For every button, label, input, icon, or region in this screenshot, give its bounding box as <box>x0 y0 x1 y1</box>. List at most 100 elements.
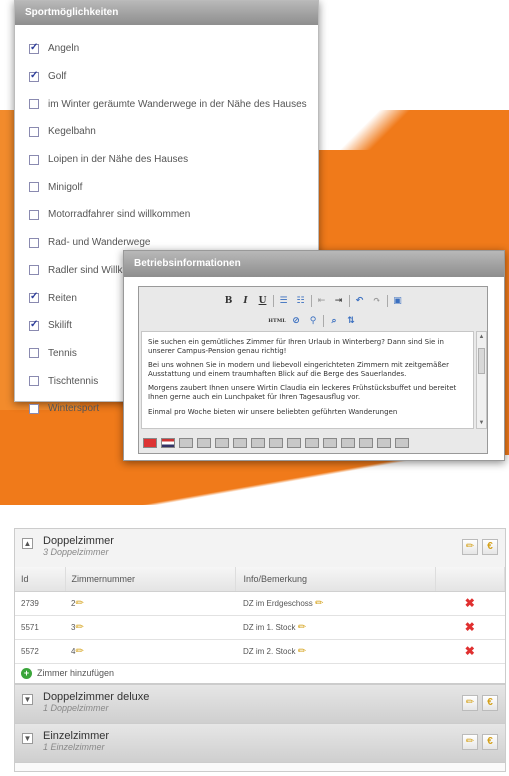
delete-icon[interactable]: ✖ <box>465 644 475 658</box>
checkbox[interactable] <box>29 126 39 137</box>
checkbox[interactable] <box>29 376 39 387</box>
sport-option-label: Reiten <box>48 292 77 304</box>
room-id: 2739 <box>15 591 65 616</box>
bold-button[interactable]: B <box>222 294 236 308</box>
price-button[interactable]: € <box>482 733 498 750</box>
checkbox[interactable] <box>29 291 39 304</box>
anchor-icon[interactable]: ⚲ <box>306 314 320 328</box>
sport-option[interactable]: Loipen in der Nähe des Hauses <box>29 146 318 174</box>
html-source-button[interactable]: HTML <box>268 314 286 328</box>
rooms-table: Id Zimmernummer Info/Bemerkung 2739 2✏ DZ im … <box>15 567 505 664</box>
toolbar-separator <box>323 315 324 327</box>
table-row: 2739 2✏ DZ im Erdgeschoss ✏ ✖ <box>15 591 505 616</box>
link-icon[interactable]: ⊘ <box>289 314 303 328</box>
row-delete-icon[interactable] <box>215 438 229 448</box>
room-info-cell: DZ im 2. Stock ✏ <box>235 639 435 664</box>
sport-option[interactable]: Angeln <box>29 35 318 63</box>
sport-option-label: Skilift <box>48 320 72 332</box>
checkbox[interactable] <box>29 70 39 82</box>
hr-icon[interactable] <box>359 438 373 448</box>
sport-option-label: Motorradfahrer sind willkommen <box>48 209 191 221</box>
insert-flash-icon[interactable] <box>143 438 157 448</box>
editor-paragraph: Einmal pro Woche bieten wir unsere belie… <box>148 407 398 416</box>
editor-scrollbar[interactable]: ▲ ▼ <box>476 331 487 429</box>
room-group-header[interactable]: ▼ Doppelzimmer deluxe 1 Doppelzimmer ✏ € <box>15 684 505 723</box>
editor-content[interactable]: Sie suchen ein gemütliches Zimmer für Ih… <box>141 331 474 429</box>
table-props-icon[interactable] <box>305 438 319 448</box>
checkbox[interactable] <box>29 265 39 276</box>
replace-icon[interactable]: ⇅ <box>344 314 358 328</box>
checkbox[interactable] <box>29 182 39 193</box>
column-header: Zimmernummer <box>65 567 236 592</box>
room-group-subtitle: 1 Doppelzimmer <box>43 702 109 713</box>
edit-group-button[interactable]: ✏ <box>462 539 478 555</box>
plus-icon: + <box>21 667 32 679</box>
image-icon[interactable]: ▣ <box>391 294 405 308</box>
room-group-header[interactable]: ▲ Doppelzimmer 3 Doppelzimmer ✏ € <box>15 529 505 567</box>
edit-pencil-icon[interactable]: ✏ <box>315 598 323 609</box>
sport-option-label: Loipen in der Nähe des Hauses <box>48 154 189 166</box>
checkbox[interactable] <box>29 209 39 220</box>
column-insert-icon[interactable] <box>233 438 247 448</box>
redo-icon[interactable]: ↷ <box>370 294 384 308</box>
sport-option[interactable]: Minigolf <box>29 173 318 201</box>
sport-option-label: im Winter geräumte Wanderwege in der Näh… <box>48 98 307 110</box>
edit-pencil-icon[interactable]: ✏ <box>298 622 306 633</box>
room-number-cell: 4✏ <box>65 639 235 664</box>
sport-option[interactable]: Motorradfahrer sind willkommen <box>29 201 318 229</box>
cell-merge-icon[interactable] <box>269 438 283 448</box>
delete-icon[interactable]: ✖ <box>465 596 475 610</box>
cell-split-icon[interactable] <box>287 438 301 448</box>
edit-group-button[interactable]: ✏ <box>462 694 478 711</box>
checkbox[interactable] <box>29 99 39 110</box>
table-icon[interactable] <box>179 438 193 448</box>
scroll-up-icon[interactable]: ▲ <box>478 333 485 341</box>
outdent-icon[interactable]: ⇤ <box>315 294 329 308</box>
table-row: 5572 4✏ DZ im 2. Stock ✏ ✖ <box>15 639 505 664</box>
room-group-header[interactable]: ▼ Einzelzimmer 1 Einzelzimmer ✏ € <box>15 723 505 762</box>
edit-pencil-icon[interactable]: ✏ <box>75 622 83 633</box>
checkbox[interactable] <box>29 403 39 414</box>
sport-option[interactable]: im Winter geräumte Wanderwege in der Näh… <box>29 90 318 118</box>
table-row: 5571 3✏ DZ im 1. Stock ✏ ✖ <box>15 615 505 640</box>
room-actions: ✖ <box>435 639 505 664</box>
find-icon[interactable]: ⌕ <box>327 314 341 328</box>
fullscreen-icon[interactable] <box>395 438 409 448</box>
edit-group-button[interactable]: ✏ <box>462 733 478 750</box>
cell-props-icon[interactable] <box>341 438 355 448</box>
edit-pencil-icon[interactable]: ✏ <box>298 646 306 657</box>
room-number-cell: 3✏ <box>65 615 235 640</box>
editor-paragraph: Sie suchen ein gemütliches Zimmer für Ih… <box>148 338 444 355</box>
italic-button[interactable]: I <box>239 294 253 308</box>
special-char-icon[interactable] <box>377 438 391 448</box>
sport-option[interactable]: Golf <box>29 63 318 91</box>
row-props-icon[interactable] <box>323 438 337 448</box>
column-delete-icon[interactable] <box>251 438 265 448</box>
checkbox[interactable] <box>29 319 39 331</box>
checkbox[interactable] <box>29 154 39 165</box>
room-group-actions: ✏ € <box>462 733 498 750</box>
price-button[interactable]: € <box>482 539 498 555</box>
undo-icon[interactable]: ↶ <box>353 294 367 308</box>
checkbox[interactable] <box>29 42 39 54</box>
collapse-icon[interactable]: ▲ <box>22 538 33 549</box>
edit-pencil-icon[interactable]: ✏ <box>75 598 83 609</box>
delete-icon[interactable]: ✖ <box>465 620 475 634</box>
row-insert-icon[interactable] <box>197 438 211 448</box>
checkbox[interactable] <box>29 348 39 359</box>
price-button[interactable]: € <box>482 694 498 711</box>
checkbox[interactable] <box>29 237 39 248</box>
sports-panel-title: Sportmöglichkeiten <box>15 1 318 25</box>
scroll-down-icon[interactable]: ▼ <box>478 419 485 427</box>
scrollbar-thumb[interactable] <box>478 348 485 374</box>
bullet-list-icon[interactable]: ☰ <box>277 294 291 308</box>
numbered-list-icon[interactable]: ☷ <box>294 294 308 308</box>
expand-icon[interactable]: ▼ <box>22 732 33 744</box>
underline-button[interactable]: U <box>256 294 270 308</box>
expand-icon[interactable]: ▼ <box>22 693 33 705</box>
language-flag-icon[interactable] <box>161 438 175 448</box>
indent-icon[interactable]: ⇥ <box>332 294 346 308</box>
sport-option[interactable]: Kegelbahn <box>29 118 318 146</box>
edit-pencil-icon[interactable]: ✏ <box>75 646 83 657</box>
add-room-button[interactable]: + Zimmer hinzufügen <box>15 663 505 684</box>
